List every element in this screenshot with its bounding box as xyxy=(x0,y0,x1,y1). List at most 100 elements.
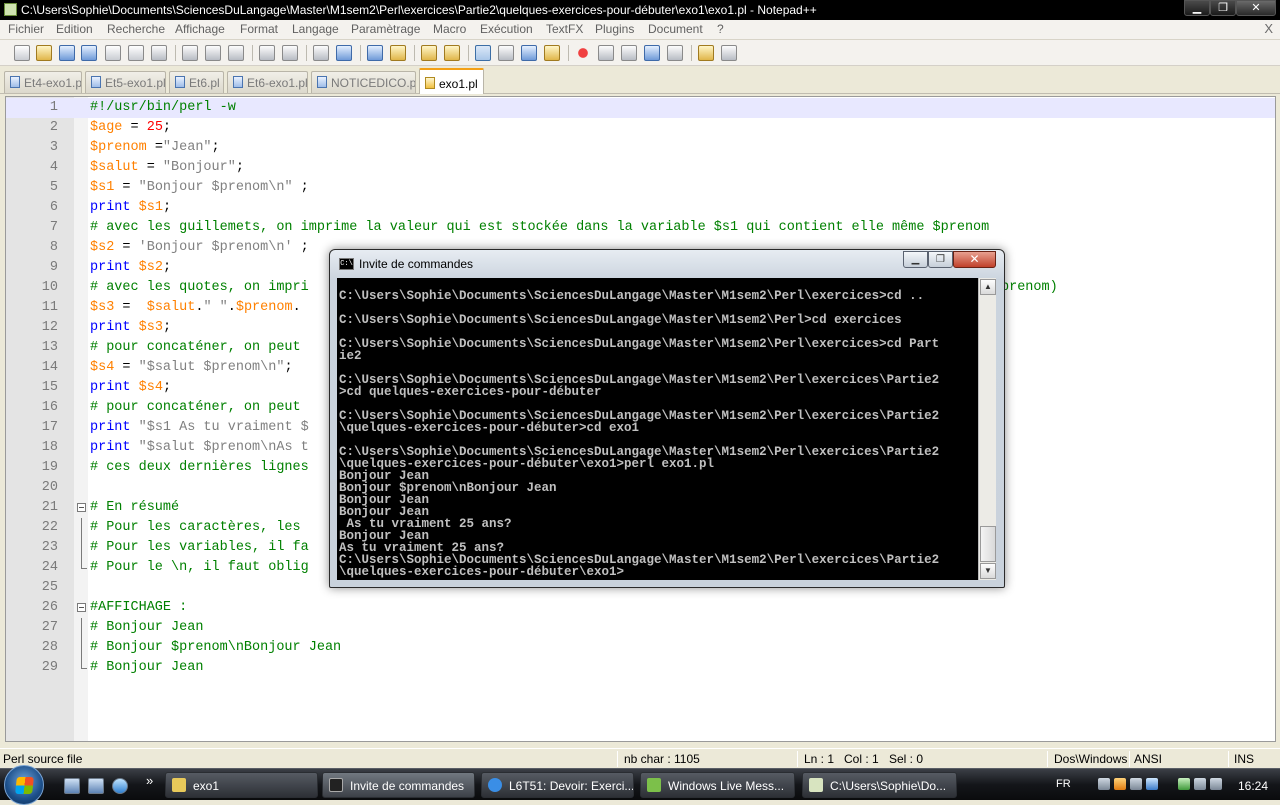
tab-noticedico[interactable]: NOTICEDICO.pl xyxy=(311,71,416,93)
tray-app-icon[interactable] xyxy=(1098,778,1110,790)
fold-toggle-icon[interactable] xyxy=(77,503,86,512)
save-icon[interactable] xyxy=(59,45,75,61)
menu-help[interactable]: ? xyxy=(717,22,724,36)
menu-macro[interactable]: Macro xyxy=(433,22,466,36)
redo-icon[interactable] xyxy=(282,45,298,61)
code-token: . xyxy=(227,300,236,315)
menu-format[interactable]: Format xyxy=(240,22,278,36)
menu-parametrage[interactable]: Paramètrage xyxy=(351,22,420,36)
console-output[interactable]: C:\Users\Sophie\Documents\SciencesDuLang… xyxy=(337,278,978,580)
code-line[interactable]: 3 $prenom ="Jean"; xyxy=(6,138,1275,158)
code-line[interactable]: 27 # Bonjour Jean xyxy=(6,618,1275,638)
code-token: 'Bonjour $prenom\n' xyxy=(138,240,293,255)
macro-run-multiple-icon[interactable] xyxy=(644,45,660,61)
indent-guide-icon[interactable] xyxy=(521,45,537,61)
sync-horizontal-icon[interactable] xyxy=(444,45,460,61)
switch-windows-icon[interactable] xyxy=(88,778,104,794)
show-desktop-icon[interactable] xyxy=(64,778,80,794)
menu-plugins[interactable]: Plugins xyxy=(595,22,634,36)
scroll-down-icon[interactable]: ▼ xyxy=(980,563,996,579)
tray-app-icon[interactable] xyxy=(1178,778,1190,790)
open-file-icon[interactable] xyxy=(36,45,52,61)
zoom-out-icon[interactable] xyxy=(390,45,406,61)
tab-et5-exo1[interactable]: Et5-exo1.pl xyxy=(85,71,166,93)
copy-icon[interactable] xyxy=(205,45,221,61)
taskbar-item-notepadpp[interactable]: C:\Users\Sophie\Do... xyxy=(802,772,957,798)
close-all-icon[interactable] xyxy=(128,45,144,61)
menu-recherche[interactable]: Recherche xyxy=(107,22,165,36)
macro-stop-icon[interactable] xyxy=(598,45,614,61)
quicklaunch-chevron-icon[interactable]: » xyxy=(146,773,153,788)
save-all-icon[interactable] xyxy=(81,45,97,61)
tray-app-icon[interactable] xyxy=(1130,778,1142,790)
cmd-minimize-button[interactable]: ▁ xyxy=(903,251,928,268)
code-line[interactable]: 7 # avec les guillemets, on imprime la va… xyxy=(6,218,1275,238)
volume-icon[interactable] xyxy=(1210,778,1222,790)
paste-icon[interactable] xyxy=(228,45,244,61)
menu-affichage[interactable]: Affichage xyxy=(175,22,225,36)
tab-et6-exo1[interactable]: Et6-exo1.pl xyxy=(227,71,308,93)
code-line[interactable]: 26 #AFFICHAGE : xyxy=(6,598,1275,618)
cut-icon[interactable] xyxy=(182,45,198,61)
new-file-icon[interactable] xyxy=(14,45,30,61)
network-icon[interactable] xyxy=(1194,778,1206,790)
undo-icon[interactable] xyxy=(259,45,275,61)
close-document-button[interactable]: X xyxy=(1264,21,1273,36)
taskbar-item-cmd[interactable]: Invite de commandes xyxy=(322,772,475,798)
menu-execution[interactable]: Exécution xyxy=(480,22,533,36)
menu-textfx[interactable]: TextFX xyxy=(546,22,583,36)
tab-et4-exo1[interactable]: Et4-exo1.pl xyxy=(4,71,82,93)
menu-langage[interactable]: Langage xyxy=(292,22,339,36)
scroll-up-icon[interactable]: ▲ xyxy=(980,279,996,295)
tab-et6[interactable]: Et6.pl xyxy=(169,71,224,93)
code-line[interactable]: 2 $age = 25; xyxy=(6,118,1275,138)
taskbar-item-browser[interactable]: L6T51: Devoir: Exerci... xyxy=(481,772,634,798)
code-line[interactable]: 1 #!/usr/bin/perl -w xyxy=(6,98,1275,118)
menu-document[interactable]: Document xyxy=(648,22,703,36)
code-token: = xyxy=(122,120,147,135)
user-lang-icon[interactable] xyxy=(544,45,560,61)
cmd-close-button[interactable]: ✕ xyxy=(953,251,996,268)
start-button[interactable] xyxy=(4,765,44,805)
clock[interactable]: 16:24 xyxy=(1238,779,1268,793)
word-wrap-icon[interactable] xyxy=(475,45,491,61)
menu-fichier[interactable]: Fichier xyxy=(8,22,44,36)
close-button[interactable]: ✕ xyxy=(1236,0,1276,16)
code-line[interactable]: 29 # Bonjour Jean xyxy=(6,658,1275,678)
language-indicator[interactable]: FR xyxy=(1056,778,1071,790)
cmd-maximize-button[interactable]: ❐ xyxy=(928,251,953,268)
code-line[interactable]: 5 $s1 = "Bonjour $prenom\n" ; xyxy=(6,178,1275,198)
macro-record-icon[interactable] xyxy=(575,45,591,61)
minimize-button[interactable]: ▁ xyxy=(1184,0,1210,16)
code-line[interactable]: 28 # Bonjour $prenom\nBonjour Jean xyxy=(6,638,1275,658)
macro-play-icon[interactable] xyxy=(621,45,637,61)
code-text: # En résumé xyxy=(90,498,179,518)
internet-explorer-icon[interactable] xyxy=(112,778,128,794)
console-line: \quelques-exercices-pour-débuter\exo1> xyxy=(339,565,625,579)
zoom-in-icon[interactable] xyxy=(367,45,383,61)
taskbar-item-messenger[interactable]: Windows Live Mess... xyxy=(640,772,795,798)
tray-app-icon[interactable] xyxy=(1114,778,1126,790)
sync-vertical-icon[interactable] xyxy=(421,45,437,61)
code-line[interactable]: 4 $salut = "Bonjour"; xyxy=(6,158,1275,178)
menu-edition[interactable]: Edition xyxy=(56,22,93,36)
tool-icon[interactable] xyxy=(698,45,714,61)
show-all-chars-icon[interactable] xyxy=(498,45,514,61)
toolbar-separator xyxy=(468,45,469,61)
scroll-thumb[interactable] xyxy=(980,526,996,562)
fold-toggle-icon[interactable] xyxy=(77,603,86,612)
close-file-icon[interactable] xyxy=(105,45,121,61)
code-line[interactable]: 6 print $s1; xyxy=(6,198,1275,218)
macro-save-icon[interactable] xyxy=(667,45,683,61)
status-bar: Perl source file nb char : 1105 Ln : 1 C… xyxy=(0,748,1280,768)
replace-icon[interactable] xyxy=(336,45,352,61)
tray-app-icon[interactable] xyxy=(1146,778,1158,790)
find-icon[interactable] xyxy=(313,45,329,61)
tool2-icon[interactable] xyxy=(721,45,737,61)
taskbar-item-exo1[interactable]: exo1 xyxy=(165,772,318,798)
tab-exo1[interactable]: exo1.pl xyxy=(419,68,484,94)
command-prompt-window[interactable]: C:\ Invite de commandes ▁ ❐ ✕ C:\Users\S… xyxy=(329,249,1005,588)
cmd-scrollbar[interactable]: ▲ ▼ xyxy=(978,278,996,580)
maximize-button[interactable]: ❐ xyxy=(1210,0,1236,16)
print-icon[interactable] xyxy=(151,45,167,61)
